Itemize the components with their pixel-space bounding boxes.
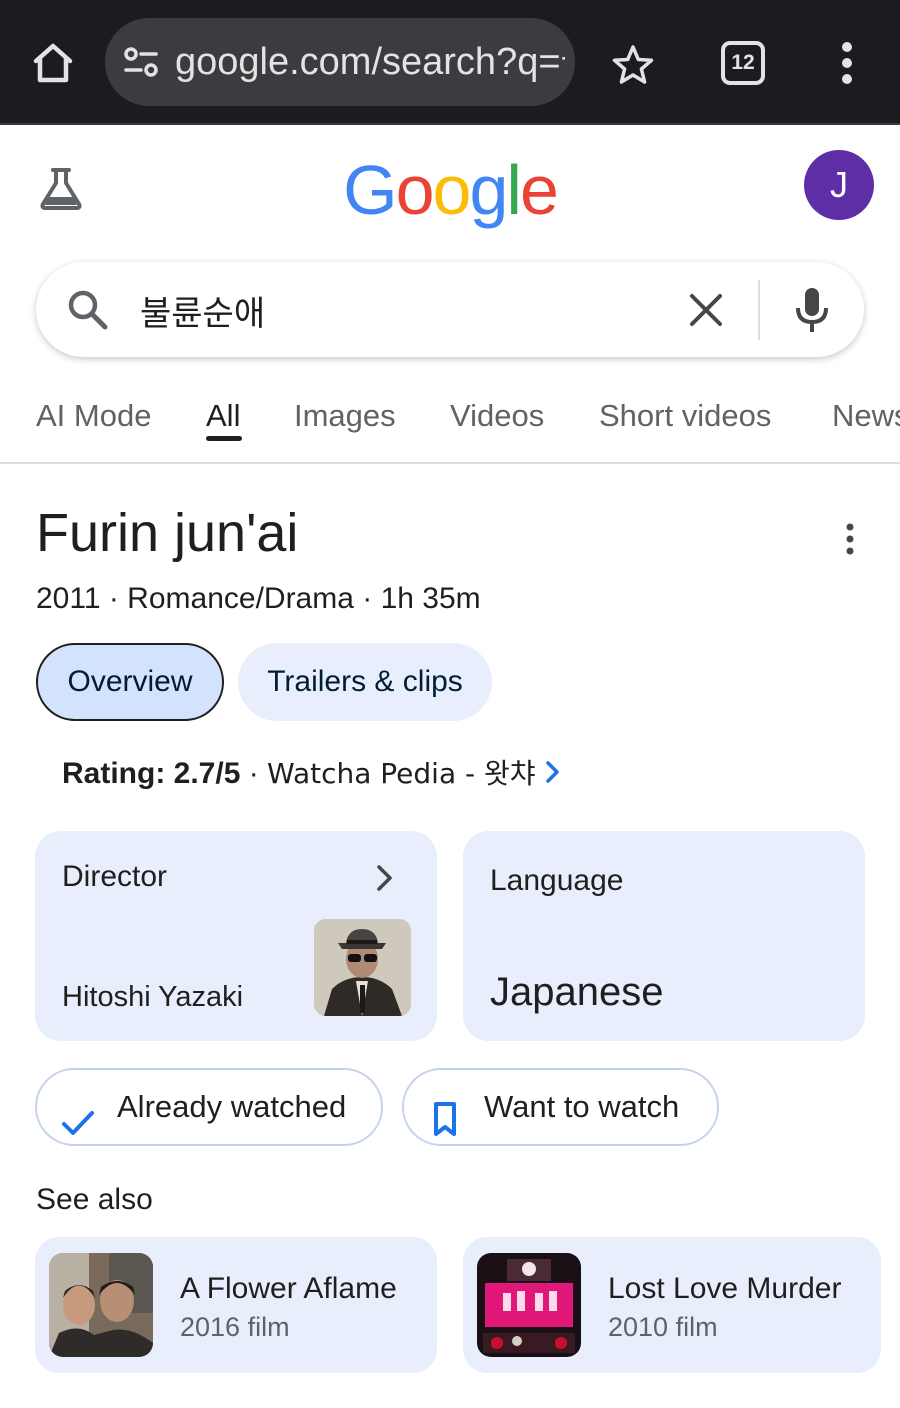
- logo-letter: l: [506, 151, 522, 229]
- overview-chip[interactable]: Overview: [36, 643, 224, 721]
- more-options-icon[interactable]: [836, 520, 864, 560]
- search-input[interactable]: [140, 284, 660, 336]
- already-watched-button[interactable]: Already watched: [35, 1068, 383, 1146]
- tab-all[interactable]: All: [206, 390, 240, 442]
- google-logo: Google: [340, 150, 560, 230]
- tab-videos[interactable]: Videos: [450, 390, 544, 442]
- language-card: Language Japanese: [463, 831, 865, 1041]
- director-label: Director: [62, 860, 168, 893]
- logo-letter: G: [343, 151, 397, 229]
- tab-short-videos[interactable]: Short videos: [599, 390, 771, 442]
- logo-letter: o: [432, 151, 472, 229]
- address-bar[interactable]: google.com/search?q=불: [105, 18, 575, 106]
- star-icon[interactable]: [610, 42, 656, 88]
- rating-value: Rating: 2.7/5: [62, 757, 241, 790]
- search-tabs: AI Mode All Images Videos Short videos N…: [0, 384, 900, 464]
- rating-link[interactable]: Rating: 2.7/5 · Watcha Pedia - 왓챠: [62, 752, 762, 796]
- tab-news[interactable]: News: [832, 390, 900, 442]
- rating-separator: ·: [240, 757, 268, 790]
- movie-thumbnail: [477, 1253, 581, 1357]
- check-icon: [61, 1092, 95, 1135]
- related-movie-card[interactable]: A Flower Aflame 2016 film: [35, 1237, 437, 1373]
- language-value: Japanese: [490, 970, 664, 1014]
- search-divider: [758, 280, 760, 340]
- close-icon[interactable]: [686, 290, 726, 330]
- already-watched-label: Already watched: [117, 1089, 347, 1124]
- home-icon[interactable]: [28, 38, 78, 88]
- director-photo: [314, 919, 411, 1016]
- more-vert-icon[interactable]: [832, 40, 862, 86]
- see-also-heading: See also: [36, 1183, 153, 1216]
- want-to-watch-label: Want to watch: [484, 1089, 680, 1124]
- movie-thumbnail: [49, 1253, 153, 1357]
- tabs-icon[interactable]: 12: [721, 41, 765, 85]
- related-movie-title: A Flower Aflame: [180, 1272, 397, 1305]
- related-movie-year: 2016 film: [180, 1312, 290, 1342]
- director-name: Hitoshi Yazaki: [62, 981, 244, 1013]
- search-box: [36, 262, 864, 357]
- related-movie-year: 2010 film: [608, 1312, 718, 1342]
- labs-flask-icon[interactable]: [36, 164, 86, 214]
- browser-toolbar: google.com/search?q=불 12: [0, 0, 900, 125]
- logo-letter: g: [469, 151, 508, 229]
- rating-source: Watcha Pedia - 왓챠: [267, 757, 536, 790]
- want-to-watch-button[interactable]: Want to watch: [402, 1068, 719, 1146]
- site-settings-icon[interactable]: [123, 45, 159, 79]
- logo-letter: e: [519, 151, 559, 229]
- related-movie-card[interactable]: Lost Love Murder 2010 film: [463, 1237, 881, 1373]
- language-label: Language: [490, 864, 624, 897]
- bookmark-icon: [428, 1090, 462, 1136]
- mic-icon[interactable]: [792, 286, 832, 334]
- tab-images[interactable]: Images: [294, 390, 396, 442]
- search-icon[interactable]: [66, 288, 110, 332]
- chevron-right-icon: [375, 863, 395, 893]
- tab-ai-mode[interactable]: AI Mode: [36, 390, 151, 442]
- tab-active-indicator: [206, 436, 242, 441]
- chevron-right-icon: [544, 753, 562, 783]
- related-movie-title: Lost Love Murder: [608, 1272, 842, 1305]
- trailers-chip[interactable]: Trailers & clips: [238, 643, 492, 721]
- page-title: Furin jun'ai: [36, 503, 299, 563]
- url-text[interactable]: google.com/search?q=불: [175, 40, 565, 84]
- director-card[interactable]: Director Hitoshi Yazaki: [35, 831, 437, 1041]
- logo-letter: o: [395, 151, 435, 229]
- movie-subtitle: 2011 · Romance/Drama · 1h 35m: [36, 582, 481, 615]
- avatar[interactable]: J: [804, 150, 874, 220]
